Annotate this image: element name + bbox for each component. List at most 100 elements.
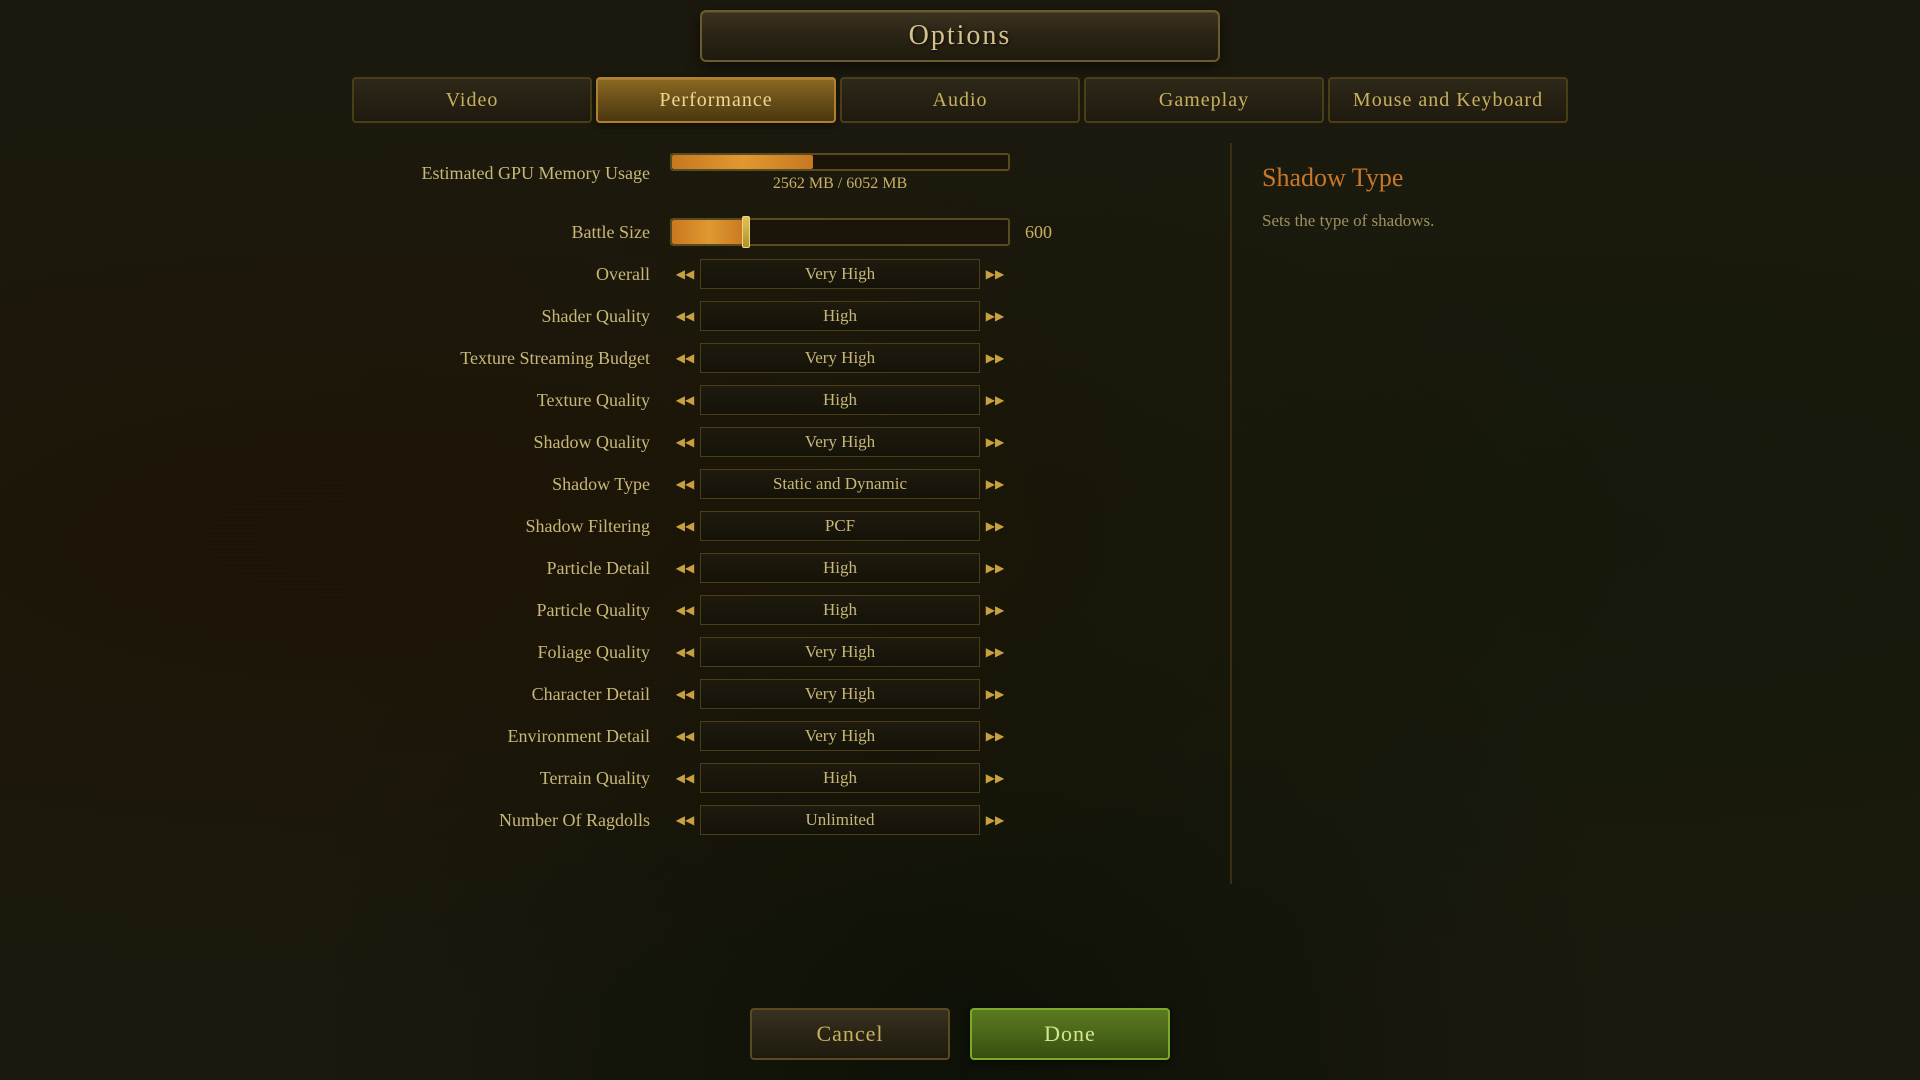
info-panel: Shadow Type Sets the type of shadows. bbox=[1230, 143, 1610, 884]
arrow-left-shadow-type[interactable] bbox=[670, 469, 700, 499]
value-shadow-type: Static and Dynamic bbox=[700, 469, 980, 499]
setting-row-shadow-filtering: Shadow Filtering PCF bbox=[310, 506, 1230, 546]
setting-row-foliage-quality: Foliage Quality Very High bbox=[310, 632, 1230, 672]
gpu-bar-inner bbox=[672, 155, 813, 169]
arrow-left-overall[interactable] bbox=[670, 259, 700, 289]
setting-row-shadow-type: Shadow Type Static and Dynamic bbox=[310, 464, 1230, 504]
tab-gameplay[interactable]: Gameplay bbox=[1084, 77, 1324, 123]
value-terrain-quality: High bbox=[700, 763, 980, 793]
arrow-right-foliage-quality[interactable] bbox=[980, 637, 1010, 667]
tab-performance[interactable]: Performance bbox=[596, 77, 836, 123]
label-character-detail: Character Detail bbox=[330, 684, 650, 705]
setting-row-terrain-quality: Terrain Quality High bbox=[310, 758, 1230, 798]
done-button[interactable]: Done bbox=[970, 1008, 1170, 1060]
arrow-right-environment-detail[interactable] bbox=[980, 721, 1010, 751]
arrow-left-number-of-ragdolls[interactable] bbox=[670, 805, 700, 835]
label-environment-detail: Environment Detail bbox=[330, 726, 650, 747]
battle-slider-fill bbox=[672, 220, 746, 244]
arrow-right-number-of-ragdolls[interactable] bbox=[980, 805, 1010, 835]
label-shadow-quality: Shadow Quality bbox=[330, 432, 650, 453]
setting-row-shadow-quality: Shadow Quality Very High bbox=[310, 422, 1230, 462]
arrow-right-shader-quality[interactable] bbox=[980, 301, 1010, 331]
tab-mouse-keyboard[interactable]: Mouse and Keyboard bbox=[1328, 77, 1568, 123]
setting-row-number-of-ragdolls: Number Of Ragdolls Unlimited bbox=[310, 800, 1230, 840]
gpu-bar-container: 2562 MB / 6052 MB bbox=[670, 153, 1010, 193]
value-shader-quality: High bbox=[700, 301, 980, 331]
value-overall: Very High bbox=[700, 259, 980, 289]
tab-video[interactable]: Video bbox=[352, 77, 592, 123]
label-texture-quality: Texture Quality bbox=[330, 390, 650, 411]
arrow-right-terrain-quality[interactable] bbox=[980, 763, 1010, 793]
battle-slider-thumb bbox=[742, 216, 750, 248]
battle-slider-container: 600 bbox=[670, 218, 1075, 246]
arrow-right-particle-detail[interactable] bbox=[980, 553, 1010, 583]
settings-panel: Estimated GPU Memory Usage 2562 MB / 605… bbox=[310, 143, 1230, 884]
arrow-left-terrain-quality[interactable] bbox=[670, 763, 700, 793]
setting-row-character-detail: Character Detail Very High bbox=[310, 674, 1230, 714]
arrow-left-shadow-quality[interactable] bbox=[670, 427, 700, 457]
arrow-left-particle-quality[interactable] bbox=[670, 595, 700, 625]
settings-list: Overall Very High Shader Quality High Te… bbox=[310, 254, 1230, 874]
value-particle-detail: High bbox=[700, 553, 980, 583]
arrow-right-shadow-quality[interactable] bbox=[980, 427, 1010, 457]
options-title-bar: Options bbox=[700, 10, 1220, 62]
arrow-right-texture-quality[interactable] bbox=[980, 385, 1010, 415]
arrow-left-texture-streaming-budget[interactable] bbox=[670, 343, 700, 373]
setting-row-environment-detail: Environment Detail Very High bbox=[310, 716, 1230, 756]
label-overall: Overall bbox=[330, 264, 650, 285]
label-particle-quality: Particle Quality bbox=[330, 600, 650, 621]
info-title: Shadow Type bbox=[1262, 163, 1580, 193]
value-character-detail: Very High bbox=[700, 679, 980, 709]
arrow-left-shader-quality[interactable] bbox=[670, 301, 700, 331]
value-foliage-quality: Very High bbox=[700, 637, 980, 667]
info-description: Sets the type of shadows. bbox=[1262, 208, 1580, 234]
options-title: Options bbox=[909, 20, 1012, 52]
value-shadow-quality: Very High bbox=[700, 427, 980, 457]
label-particle-detail: Particle Detail bbox=[330, 558, 650, 579]
arrow-right-shadow-filtering[interactable] bbox=[980, 511, 1010, 541]
gpu-bar-text: 2562 MB / 6052 MB bbox=[773, 175, 907, 193]
setting-row-shader-quality: Shader Quality High bbox=[310, 296, 1230, 336]
label-shader-quality: Shader Quality bbox=[330, 306, 650, 327]
tab-audio[interactable]: Audio bbox=[840, 77, 1080, 123]
content-area: Estimated GPU Memory Usage 2562 MB / 605… bbox=[310, 143, 1610, 884]
value-environment-detail: Very High bbox=[700, 721, 980, 751]
arrow-right-texture-streaming-budget[interactable] bbox=[980, 343, 1010, 373]
arrow-left-character-detail[interactable] bbox=[670, 679, 700, 709]
value-shadow-filtering: PCF bbox=[700, 511, 980, 541]
arrow-right-character-detail[interactable] bbox=[980, 679, 1010, 709]
label-number-of-ragdolls: Number Of Ragdolls bbox=[330, 810, 650, 831]
value-particle-quality: High bbox=[700, 595, 980, 625]
cancel-button[interactable]: Cancel bbox=[750, 1008, 950, 1060]
gpu-bar-outer bbox=[670, 153, 1010, 171]
arrow-right-overall[interactable] bbox=[980, 259, 1010, 289]
nav-tabs: Video Performance Audio Gameplay Mouse a… bbox=[352, 77, 1568, 123]
gpu-label: Estimated GPU Memory Usage bbox=[330, 163, 650, 184]
label-shadow-type: Shadow Type bbox=[330, 474, 650, 495]
arrow-left-foliage-quality[interactable] bbox=[670, 637, 700, 667]
arrow-left-texture-quality[interactable] bbox=[670, 385, 700, 415]
arrow-left-environment-detail[interactable] bbox=[670, 721, 700, 751]
battle-size-section: Battle Size 600 bbox=[310, 218, 1230, 246]
battle-size-value: 600 bbox=[1025, 222, 1075, 243]
bottom-buttons: Cancel Done bbox=[750, 1008, 1170, 1060]
value-texture-streaming-budget: Very High bbox=[700, 343, 980, 373]
label-shadow-filtering: Shadow Filtering bbox=[330, 516, 650, 537]
arrow-left-shadow-filtering[interactable] bbox=[670, 511, 700, 541]
value-texture-quality: High bbox=[700, 385, 980, 415]
battle-slider[interactable] bbox=[670, 218, 1010, 246]
arrow-left-particle-detail[interactable] bbox=[670, 553, 700, 583]
setting-row-particle-detail: Particle Detail High bbox=[310, 548, 1230, 588]
value-number-of-ragdolls: Unlimited bbox=[700, 805, 980, 835]
label-texture-streaming-budget: Texture Streaming Budget bbox=[330, 348, 650, 369]
battle-size-label: Battle Size bbox=[330, 222, 650, 243]
label-foliage-quality: Foliage Quality bbox=[330, 642, 650, 663]
gpu-memory-section: Estimated GPU Memory Usage 2562 MB / 605… bbox=[310, 153, 1230, 193]
setting-row-particle-quality: Particle Quality High bbox=[310, 590, 1230, 630]
setting-row-texture-quality: Texture Quality High bbox=[310, 380, 1230, 420]
arrow-right-shadow-type[interactable] bbox=[980, 469, 1010, 499]
arrow-right-particle-quality[interactable] bbox=[980, 595, 1010, 625]
setting-row-overall: Overall Very High bbox=[310, 254, 1230, 294]
setting-row-texture-streaming-budget: Texture Streaming Budget Very High bbox=[310, 338, 1230, 378]
label-terrain-quality: Terrain Quality bbox=[330, 768, 650, 789]
